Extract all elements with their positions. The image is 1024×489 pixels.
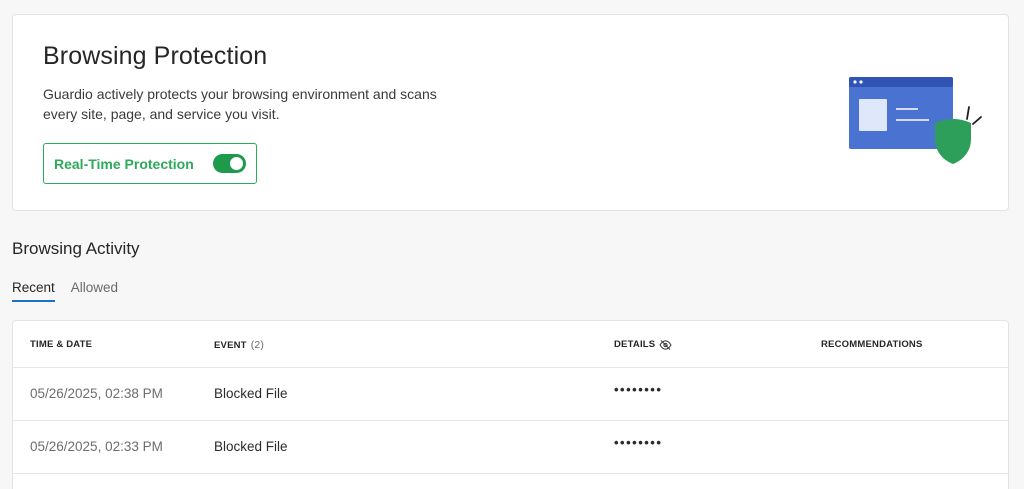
tab-recent[interactable]: Recent [12,280,55,302]
table-row[interactable]: 05/26/2025, 02:33 PM Blocked File ••••••… [13,421,1008,474]
spark-line [972,116,982,125]
browser-image-block [859,99,887,131]
row-time: 05/26/2025, 02:38 PM [30,386,163,401]
protection-title: Browsing Protection [43,42,268,70]
real-time-protection-toggle[interactable]: Real-Time Protection [43,143,257,184]
protection-description: Guardio actively protects your browsing … [43,86,437,122]
header-recommendations: RECOMMENDATIONS [821,339,923,350]
eye-off-icon[interactable] [659,339,672,350]
activity-tabs: Recent Allowed [12,280,118,302]
activity-table: TIME & DATE EVENT (2) DETAILS RECOMMENDA… [12,320,1009,489]
browser-dot [859,80,863,84]
protection-card: Browsing Protection Guardio actively pro… [12,14,1009,211]
browser-dot [853,80,857,84]
event-count: (2) [250,339,265,351]
header-event: EVENT (2) [214,339,264,351]
browsing-protection-page: Browsing Protection Guardio actively pro… [0,0,1024,489]
table-header-row: TIME & DATE EVENT (2) DETAILS RECOMMENDA… [13,321,1008,368]
row-time: 05/26/2025, 02:33 PM [30,439,163,454]
row-event: Blocked File [214,386,288,401]
tab-allowed[interactable]: Allowed [71,280,118,302]
header-time-date: TIME & DATE [30,339,92,350]
header-event-label: EVENT [214,339,247,351]
toggle-knob [230,157,243,170]
browser-titlebar-shape [849,77,953,87]
header-recommendations-label: RECOMMENDATIONS [821,339,923,350]
row-details-masked: •••••••• [614,382,663,397]
toggle-switch[interactable] [213,154,246,173]
browser-shield-illustration [849,77,982,164]
header-time-date-label: TIME & DATE [30,339,93,350]
spark-line [966,106,970,120]
shield-icon [935,119,971,164]
row-event: Blocked File [214,439,288,454]
table-row[interactable]: 05/26/2025, 02:38 PM Blocked File ••••••… [13,368,1008,421]
browsing-activity-title: Browsing Activity [12,239,140,258]
real-time-protection-label: Real-Time Protection [54,155,194,172]
header-details-label: DETAILS [614,339,656,350]
row-details-masked: •••••••• [614,435,663,450]
header-details: DETAILS [614,339,672,350]
